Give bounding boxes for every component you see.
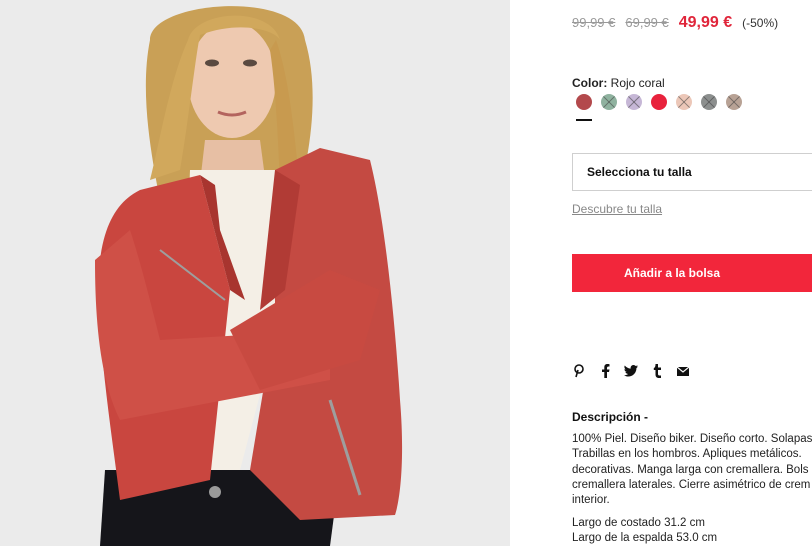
twitter-icon[interactable] [624, 364, 638, 378]
original-price: 99,99 € [572, 15, 616, 30]
description-line: 100% Piel. Diseño biker. Diseño corto. S… [572, 433, 812, 445]
description-line: decorativas. Manga larga con cremallera.… [572, 463, 809, 476]
color-swatch-topo[interactable] [726, 94, 742, 110]
description-line: cremallera laterales. Cierre asimétrico … [572, 478, 811, 491]
measurements: Largo de costado 31.2 cm Largo de la espa… [572, 516, 717, 546]
size-guide-link[interactable]: Descubre tu talla [572, 202, 662, 216]
color-swatch-rojo-coral[interactable] [576, 94, 592, 110]
description-line: interior. [572, 494, 610, 507]
selected-swatch-indicator [576, 119, 592, 121]
color-swatches [576, 94, 742, 110]
add-to-bag-button[interactable]: Añadir a la bolsa [572, 254, 812, 292]
measurement-line: Largo de la espalda 53.0 cm [572, 532, 718, 544]
email-icon[interactable] [676, 364, 690, 378]
share-icons [572, 364, 690, 378]
tumblr-icon[interactable] [650, 364, 664, 378]
color-swatch-verde[interactable] [601, 94, 617, 110]
color-swatch-rosa[interactable] [676, 94, 692, 110]
product-photo-illustration [0, 0, 510, 546]
description-heading[interactable]: Descripción - [572, 410, 648, 424]
facebook-icon[interactable] [598, 364, 612, 378]
size-select[interactable]: Selecciona tu talla [572, 153, 812, 191]
color-swatch-gris[interactable] [701, 94, 717, 110]
color-swatch-rojo[interactable] [651, 94, 667, 110]
selected-color-name: Rojo coral [610, 76, 665, 90]
price-block: 99,99 € 69,99 € 49,99 € (-50%) [572, 14, 778, 32]
color-label-key: Color: [572, 76, 608, 90]
product-page: 99,99 € 69,99 € 49,99 € (-50%) Color: Ro… [0, 0, 812, 546]
measurement-line: Largo de costado 31.2 cm [572, 517, 705, 529]
color-swatch-lila[interactable] [626, 94, 642, 110]
discount-badge: (-50%) [742, 16, 779, 30]
previous-price: 69,99 € [625, 15, 669, 30]
product-image[interactable] [0, 0, 510, 546]
description-text: 100% Piel. Diseño biker. Diseño corto. S… [572, 432, 812, 508]
sale-price: 49,99 € [678, 14, 733, 31]
color-label: Color: Rojo coral [572, 76, 665, 90]
pinterest-icon[interactable] [572, 364, 586, 378]
product-info-panel: 99,99 € 69,99 € 49,99 € (-50%) Color: Ro… [572, 0, 812, 546]
description-line: Trabillas en los hombros. Apliques metál… [572, 448, 802, 461]
